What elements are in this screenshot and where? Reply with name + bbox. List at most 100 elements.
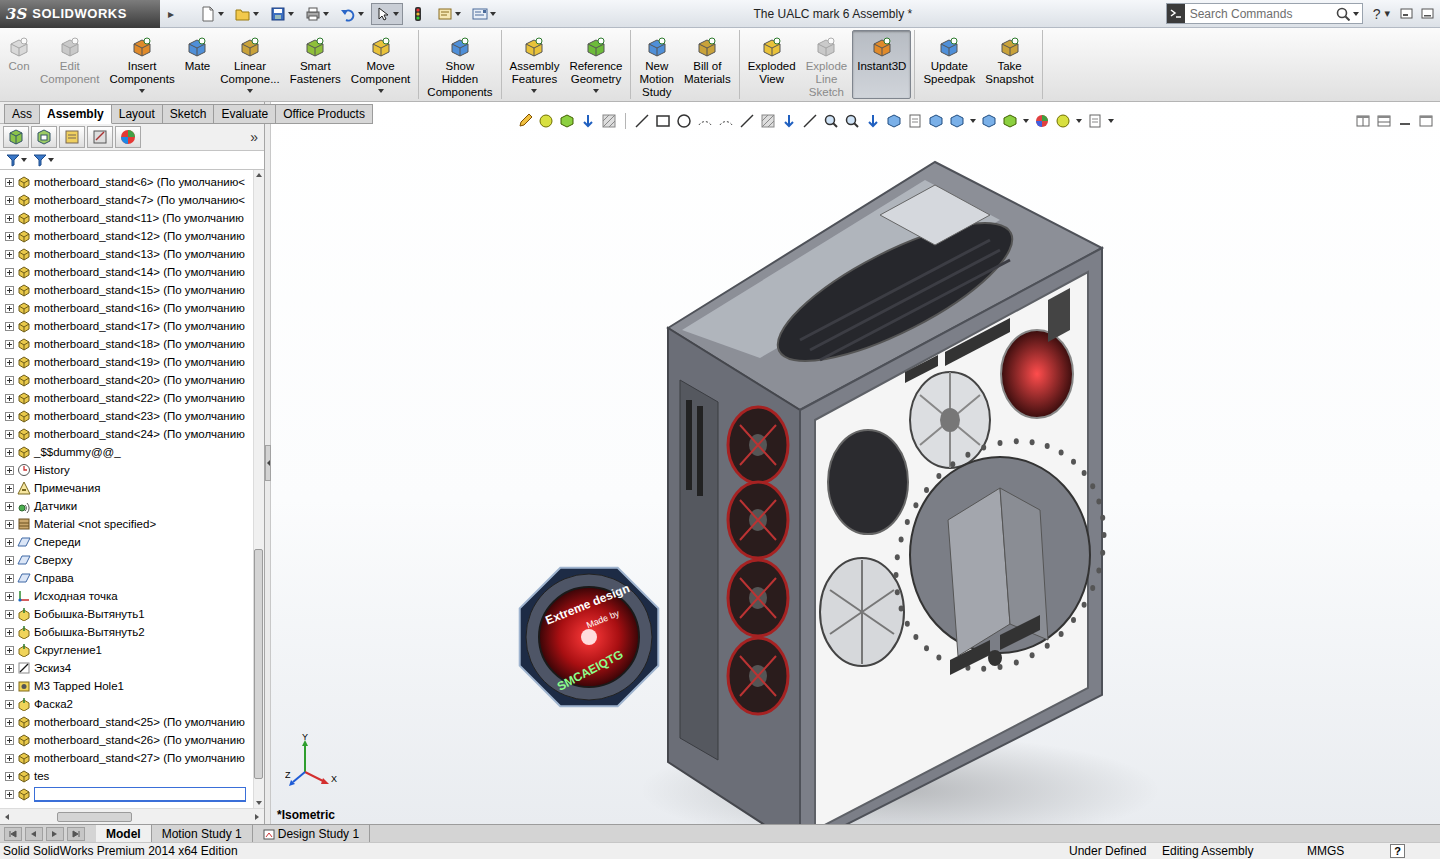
expand-toggle[interactable] bbox=[5, 664, 14, 673]
view-tool-icon[interactable] bbox=[559, 113, 575, 129]
help-button[interactable]: ? bbox=[1373, 6, 1381, 22]
tree-item[interactable]: M3 Tapped Hole1 bbox=[0, 677, 253, 695]
search-input[interactable] bbox=[1188, 7, 1333, 21]
nav-arrow-icon[interactable] bbox=[72, 830, 80, 838]
view-tool-icon[interactable] bbox=[718, 113, 734, 129]
ribbon-button[interactable]: ExplodeLineSketch bbox=[801, 30, 853, 99]
expand-toggle[interactable] bbox=[5, 340, 14, 349]
command-icon[interactable] bbox=[938, 36, 960, 58]
expand-toggle[interactable] bbox=[5, 592, 14, 601]
tab-nav-button[interactable] bbox=[46, 827, 64, 841]
new-document-icon[interactable] bbox=[200, 6, 216, 22]
tree-item[interactable] bbox=[0, 785, 253, 803]
expand-toggle[interactable] bbox=[5, 358, 14, 367]
property-manager-icon[interactable] bbox=[35, 128, 53, 146]
ribbon-button[interactable]: ShowHiddenComponents bbox=[422, 30, 497, 99]
tree-item[interactable]: tes bbox=[0, 767, 253, 785]
quick-access-button[interactable] bbox=[406, 3, 430, 25]
tree-item[interactable]: motherboard_stand<15> (По умолчанию bbox=[0, 281, 253, 299]
dimxpert-icon[interactable] bbox=[91, 128, 109, 146]
tree-item[interactable]: motherboard_stand<17> (По умолчанию bbox=[0, 317, 253, 335]
expand-toggle[interactable] bbox=[5, 196, 14, 205]
command-icon[interactable] bbox=[449, 36, 471, 58]
tree-item[interactable]: motherboard_stand<11> (По умолчанию bbox=[0, 209, 253, 227]
expand-toggle[interactable] bbox=[5, 538, 14, 547]
command-tab[interactable]: Ass bbox=[4, 104, 40, 124]
tile-view-icon[interactable] bbox=[1377, 114, 1391, 128]
expand-toggle[interactable] bbox=[5, 304, 14, 313]
scroll-thumb[interactable] bbox=[254, 549, 263, 779]
ribbon-button[interactable]: AssemblyFeatures bbox=[505, 30, 565, 99]
command-tab[interactable]: Sketch bbox=[163, 104, 215, 124]
magnifier-icon[interactable] bbox=[1336, 7, 1350, 21]
view-tool-icon[interactable] bbox=[928, 113, 944, 129]
tree-item[interactable]: motherboard_stand<25> (По умолчанию bbox=[0, 713, 253, 731]
dropdown-arrow-icon[interactable] bbox=[1076, 119, 1082, 123]
panel-tab[interactable] bbox=[31, 126, 57, 148]
command-icon[interactable] bbox=[304, 36, 326, 58]
dropdown-arrow-icon[interactable] bbox=[218, 12, 224, 16]
arrow-right-icon[interactable] bbox=[254, 813, 260, 821]
filter-button[interactable] bbox=[33, 153, 54, 167]
ribbon-button[interactable]: InsertComponents bbox=[104, 30, 179, 99]
view-tool-icon[interactable] bbox=[760, 113, 776, 129]
tree-item[interactable]: motherboard_stand<20> (По умолчанию bbox=[0, 371, 253, 389]
view-tool-icon[interactable] bbox=[517, 113, 533, 129]
arrow-up-icon[interactable] bbox=[255, 172, 263, 178]
panel-tab[interactable] bbox=[3, 126, 29, 148]
expand-toggle[interactable] bbox=[5, 250, 14, 259]
command-prompt-icon[interactable] bbox=[1167, 4, 1185, 23]
tree-item[interactable]: motherboard_stand<19> (По умолчанию bbox=[0, 353, 253, 371]
command-icon[interactable] bbox=[871, 36, 893, 58]
view-tool-icon[interactable] bbox=[949, 113, 965, 129]
expand-toggle[interactable] bbox=[5, 502, 14, 511]
tree-item[interactable]: Фаска2 bbox=[0, 695, 253, 713]
expand-toggle[interactable] bbox=[5, 376, 14, 385]
expand-toggle[interactable] bbox=[5, 556, 14, 565]
filter-icon[interactable] bbox=[33, 153, 47, 167]
file-properties-icon[interactable] bbox=[437, 6, 453, 22]
view-tool-icon[interactable] bbox=[802, 113, 818, 129]
assembly-model[interactable] bbox=[271, 102, 1440, 824]
tree-item[interactable]: motherboard_stand<22> (По умолчанию bbox=[0, 389, 253, 407]
view-tool-icon[interactable] bbox=[739, 113, 755, 129]
ribbon-button[interactable]: Con bbox=[3, 30, 35, 99]
tree-item[interactable]: motherboard_stand<23> (По умолчанию bbox=[0, 407, 253, 425]
ribbon-button[interactable]: EditComponent bbox=[35, 30, 104, 99]
ribbon-button[interactable]: LinearCompone... bbox=[215, 30, 284, 99]
ribbon-button[interactable]: ExplodedView bbox=[743, 30, 801, 99]
dropdown-arrow-icon[interactable] bbox=[1108, 119, 1114, 123]
ribbon-button[interactable]: Bill ofMaterials bbox=[679, 30, 736, 99]
tree-item[interactable]: Бобышка-Вытянуть1 bbox=[0, 605, 253, 623]
command-icon[interactable] bbox=[696, 36, 718, 58]
command-icon[interactable] bbox=[646, 36, 668, 58]
nav-arrow-icon[interactable] bbox=[9, 830, 17, 838]
dropdown-arrow-icon[interactable] bbox=[378, 89, 384, 93]
document-tab[interactable]: Motion Study 1 bbox=[152, 825, 253, 842]
command-icon[interactable] bbox=[8, 36, 30, 58]
document-tab[interactable]: Design Study 1 bbox=[253, 825, 370, 842]
rebuild-icon[interactable] bbox=[410, 6, 426, 22]
configuration-icon[interactable] bbox=[63, 128, 81, 146]
tree-item[interactable]: Material <not specified> bbox=[0, 515, 253, 533]
more-button[interactable]: » bbox=[250, 129, 258, 145]
expand-toggle[interactable] bbox=[5, 628, 14, 637]
menu-arrow[interactable]: ▸ bbox=[160, 7, 182, 21]
minimize-view-icon[interactable] bbox=[1398, 114, 1412, 128]
command-icon[interactable] bbox=[523, 36, 545, 58]
expand-toggle[interactable] bbox=[5, 790, 14, 799]
ribbon-button[interactable]: UpdateSpeedpak bbox=[918, 30, 980, 99]
tree-item[interactable]: Исходная точка bbox=[0, 587, 253, 605]
expand-toggle[interactable] bbox=[5, 646, 14, 655]
dropdown-arrow-icon[interactable] bbox=[970, 119, 976, 123]
expand-toggle[interactable] bbox=[5, 268, 14, 277]
ribbon-button[interactable]: SmartFasteners bbox=[285, 30, 346, 99]
expand-toggle[interactable] bbox=[5, 232, 14, 241]
expand-toggle[interactable] bbox=[5, 448, 14, 457]
dropdown-arrow-icon[interactable] bbox=[139, 89, 145, 93]
filter-icon[interactable] bbox=[6, 153, 20, 167]
expand-toggle[interactable] bbox=[5, 718, 14, 727]
dropdown-arrow-icon[interactable] bbox=[490, 12, 496, 16]
filter-dropdown-icon[interactable] bbox=[21, 158, 27, 162]
scroll-thumb[interactable] bbox=[57, 812, 132, 822]
